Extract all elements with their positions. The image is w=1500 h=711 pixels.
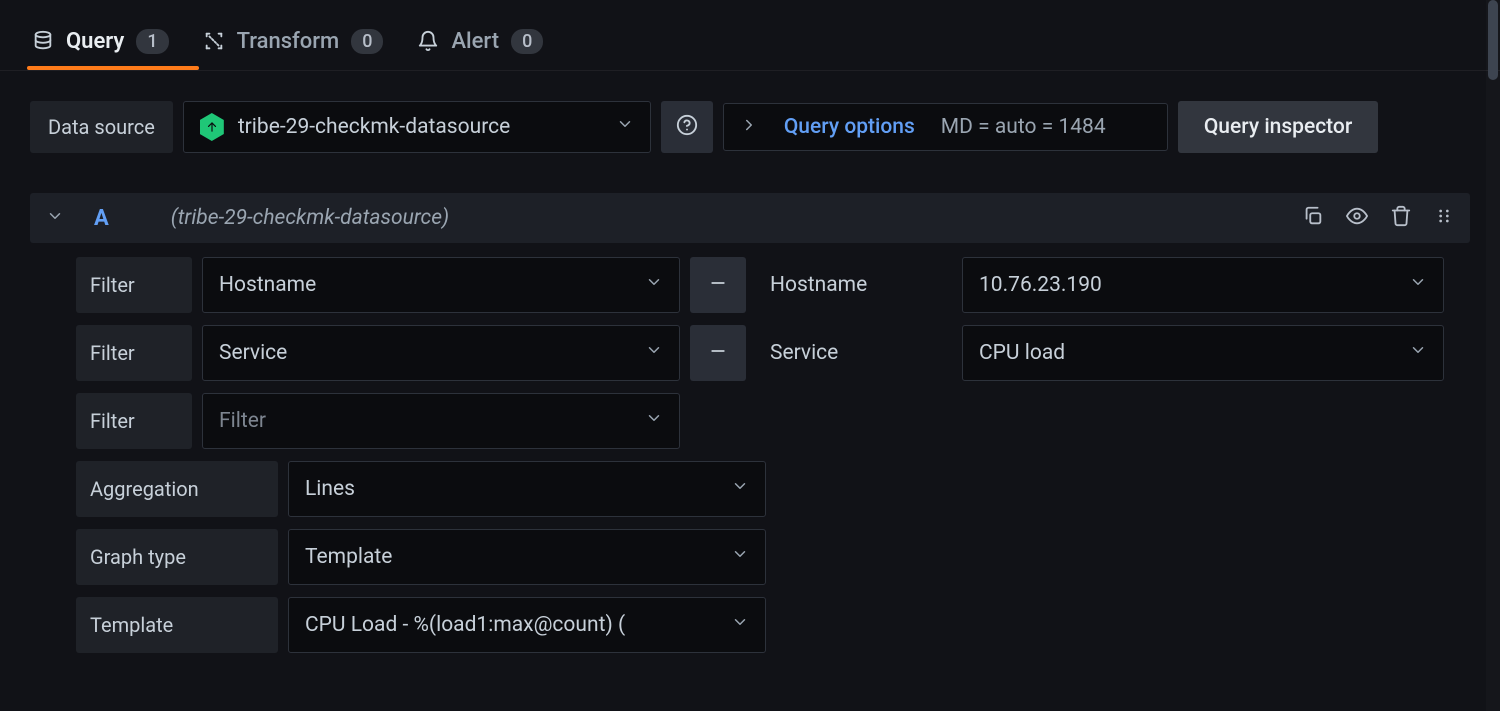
- hostname-select[interactable]: 10.76.23.190: [962, 257, 1444, 313]
- scrollbar[interactable]: [1486, 0, 1500, 711]
- graphtype-select[interactable]: Template: [288, 529, 766, 585]
- tab-query[interactable]: Query 1: [32, 12, 169, 70]
- tab-query-count: 1: [136, 29, 168, 54]
- minus-icon: [708, 273, 728, 297]
- datasource-value: tribe-29-checkmk-datasource: [238, 115, 510, 139]
- query-options-meta: MD = auto = 1484: [941, 115, 1106, 139]
- tab-transform[interactable]: Transform 0: [203, 12, 384, 70]
- filter-placeholder: Filter: [219, 409, 266, 433]
- datasource-logo-icon: [200, 113, 224, 141]
- chevron-down-icon: [731, 545, 749, 569]
- tab-transform-count: 0: [351, 29, 383, 54]
- service-value: CPU load: [979, 341, 1065, 365]
- tab-transform-label: Transform: [237, 29, 340, 54]
- chevron-down-icon: [645, 409, 663, 433]
- help-icon: [676, 114, 698, 140]
- scrollbar-thumb[interactable]: [1488, 0, 1498, 80]
- service-label: Service: [756, 325, 952, 381]
- transform-icon: [203, 30, 225, 52]
- chevron-down-icon: [645, 341, 663, 365]
- graphtype-value: Template: [305, 545, 392, 569]
- delete-button[interactable]: [1390, 205, 1412, 231]
- remove-filter-button-2[interactable]: [690, 325, 746, 381]
- template-value: CPU Load - %(load1:max@count) (: [305, 613, 625, 637]
- database-icon: [32, 30, 54, 52]
- chevron-down-icon: [731, 613, 749, 637]
- query-options-label: Query options: [784, 115, 915, 139]
- chevron-down-icon: [1409, 341, 1427, 365]
- template-select[interactable]: CPU Load - %(load1:max@count) (: [288, 597, 766, 653]
- filter-label-1: Filter: [76, 257, 192, 313]
- datasource-label: Data source: [30, 101, 173, 153]
- help-button[interactable]: [661, 101, 713, 153]
- tab-alert-label: Alert: [451, 29, 499, 54]
- query-options[interactable]: Query options MD = auto = 1484: [723, 103, 1168, 151]
- tab-query-label: Query: [66, 29, 124, 54]
- query-datasource-name: (tribe-29-checkmk-datasource): [171, 206, 449, 230]
- filter-type-select-1[interactable]: Hostname: [202, 257, 680, 313]
- filter-type-value-2: Service: [219, 341, 287, 365]
- filter-label-3: Filter: [76, 393, 192, 449]
- aggregation-select[interactable]: Lines: [288, 461, 766, 517]
- filter-type-select-3[interactable]: Filter: [202, 393, 680, 449]
- drag-handle[interactable]: [1434, 206, 1454, 230]
- query-letter[interactable]: A: [94, 206, 109, 231]
- chevron-down-icon: [645, 273, 663, 297]
- filter-type-value-1: Hostname: [219, 273, 316, 297]
- duplicate-button[interactable]: [1302, 205, 1324, 231]
- chevron-down-icon: [731, 477, 749, 501]
- chevron-down-icon: [1409, 273, 1427, 297]
- filter-type-select-2[interactable]: Service: [202, 325, 680, 381]
- service-select[interactable]: CPU load: [962, 325, 1444, 381]
- query-inspector-button[interactable]: Query inspector: [1178, 101, 1378, 153]
- query-header: A (tribe-29-checkmk-datasource): [30, 193, 1470, 243]
- graphtype-label: Graph type: [76, 529, 278, 585]
- aggregation-value: Lines: [305, 477, 355, 501]
- tab-alert-count: 0: [511, 29, 543, 54]
- remove-filter-button-1[interactable]: [690, 257, 746, 313]
- datasource-select[interactable]: tribe-29-checkmk-datasource: [183, 101, 651, 153]
- collapse-toggle[interactable]: [46, 207, 64, 229]
- bell-icon: [417, 30, 439, 52]
- template-label: Template: [76, 597, 278, 653]
- toggle-visibility-button[interactable]: [1346, 205, 1368, 231]
- tab-alert[interactable]: Alert 0: [417, 12, 543, 70]
- filter-label-2: Filter: [76, 325, 192, 381]
- chevron-down-icon: [616, 115, 634, 139]
- aggregation-label: Aggregation: [76, 461, 278, 517]
- hostname-value: 10.76.23.190: [979, 273, 1102, 297]
- chevron-right-icon: [740, 116, 758, 139]
- minus-icon: [708, 341, 728, 365]
- hostname-label: Hostname: [756, 257, 952, 313]
